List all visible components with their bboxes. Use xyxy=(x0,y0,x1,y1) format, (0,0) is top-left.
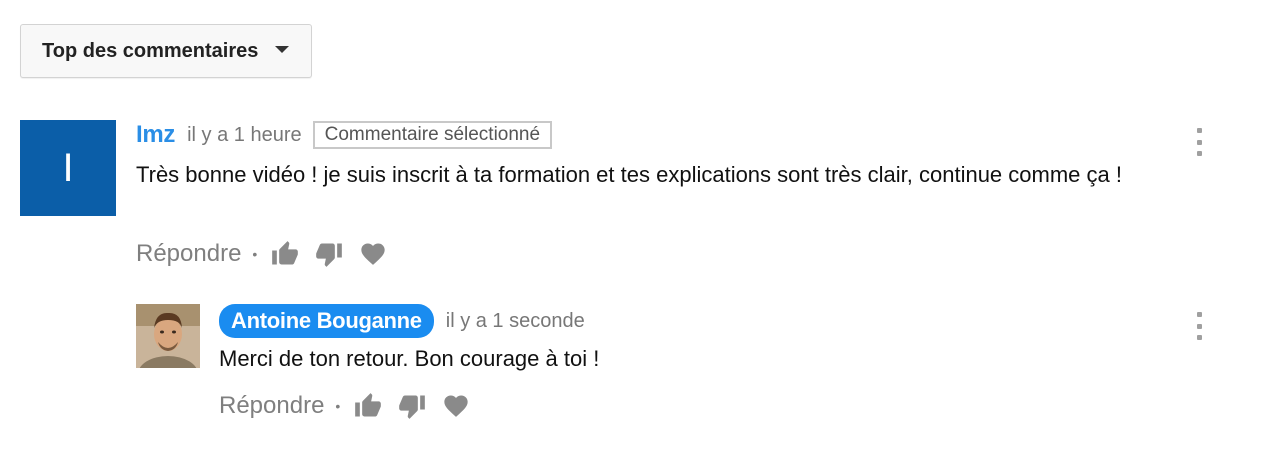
separator-dot: • xyxy=(335,398,341,414)
comment-timestamp[interactable]: il y a 1 heure xyxy=(187,124,302,147)
comment-header: Imz il y a 1 heure Commentaire sélection… xyxy=(136,121,553,149)
caret-down-icon xyxy=(275,46,289,53)
more-vertical-icon[interactable] xyxy=(1194,312,1204,340)
reply-button[interactable]: Répondre xyxy=(136,240,241,268)
reply-button[interactable]: Répondre xyxy=(219,392,324,420)
comment-author[interactable]: Imz xyxy=(136,121,175,149)
thumbs-down-icon[interactable] xyxy=(397,392,427,420)
reply-actions: Répondre • xyxy=(219,392,485,420)
reply-text: Merci de ton retour. Bon courage à toi ! xyxy=(219,346,600,371)
comment-text: Très bonne vidéo ! je suis inscrit à ta … xyxy=(136,162,1122,187)
user-photo-icon xyxy=(136,304,200,368)
thumbs-up-icon[interactable] xyxy=(353,392,383,420)
reply-timestamp[interactable]: il y a 1 seconde xyxy=(446,310,585,333)
avatar-initial: I xyxy=(62,145,74,190)
reply-header: Antoine Bouganne il y a 1 seconde xyxy=(219,304,585,338)
comments-section: Top des commentaires I Imz il y a 1 heur… xyxy=(0,0,1262,458)
separator-dot: • xyxy=(252,246,258,262)
more-vertical-icon[interactable] xyxy=(1194,128,1204,156)
comment-actions: Répondre • xyxy=(136,240,402,268)
avatar[interactable] xyxy=(136,304,200,368)
thumbs-down-icon[interactable] xyxy=(314,240,344,268)
heart-icon[interactable] xyxy=(441,392,471,420)
sort-comments-dropdown[interactable]: Top des commentaires xyxy=(20,24,312,78)
thumbs-up-icon[interactable] xyxy=(270,240,300,268)
reply-author[interactable]: Antoine Bouganne xyxy=(219,304,434,338)
selected-comment-badge: Commentaire sélectionné xyxy=(312,121,553,149)
heart-icon[interactable] xyxy=(358,240,388,268)
avatar[interactable]: I xyxy=(20,120,116,216)
sort-label: Top des commentaires xyxy=(42,39,259,62)
